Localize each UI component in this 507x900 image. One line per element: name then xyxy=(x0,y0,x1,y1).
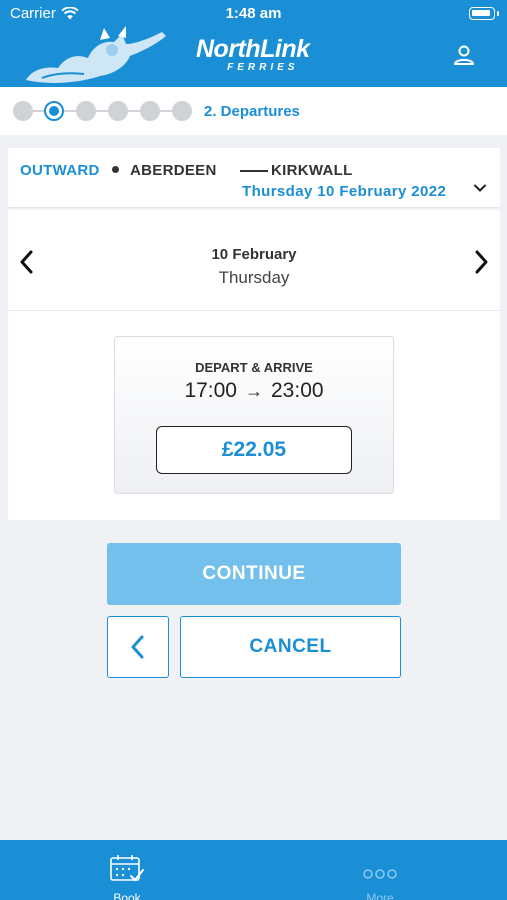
step-dot-3 xyxy=(76,101,96,121)
brand-sub: FERRIES xyxy=(227,62,299,73)
brand-name: NorthLink xyxy=(196,35,310,63)
departures-panel: 10 February Thursday DEPART & ARRIVE 17:… xyxy=(8,210,500,520)
departure-title: DEPART & ARRIVE xyxy=(195,360,313,375)
route-dash xyxy=(240,170,268,172)
tab-more-label: More xyxy=(366,891,394,900)
more-dots-icon xyxy=(363,869,397,879)
chevron-down-icon[interactable] xyxy=(472,180,488,196)
route-to: KIRKWALL xyxy=(271,162,353,179)
brand-logo: NorthLink FERRIES xyxy=(196,36,310,73)
day-weekday: Thursday xyxy=(218,268,290,287)
app-header: Carrier 1:48 am NorthLink FERRIES xyxy=(0,0,507,87)
route-direction: OUTWARD xyxy=(20,162,100,179)
progress-stepper: 2. Departures xyxy=(0,87,507,135)
step-dot-1 xyxy=(13,101,33,121)
battery-icon xyxy=(469,7,495,20)
depart-time: 17:00 xyxy=(184,379,237,402)
departure-times: 17:00 → 23:00 xyxy=(115,379,393,403)
status-time: 1:48 am xyxy=(225,5,282,22)
tab-more[interactable]: More xyxy=(330,854,430,900)
continue-button[interactable]: CONTINUE xyxy=(107,543,401,605)
back-button[interactable] xyxy=(107,616,169,678)
route-summary[interactable]: OUTWARD ABERDEEN KIRKWALL Thursday 10 Fe… xyxy=(8,148,500,208)
arrive-time: 23:00 xyxy=(271,379,324,402)
cancel-button[interactable]: CANCEL xyxy=(180,616,401,678)
status-bar: Carrier 1:48 am xyxy=(0,0,507,28)
arrow-right-icon: → xyxy=(245,380,263,401)
price-button[interactable]: £22.05 xyxy=(156,426,352,474)
tab-book-label: Book xyxy=(113,891,141,900)
tab-book[interactable]: Book xyxy=(77,854,177,900)
step-dot-4 xyxy=(108,101,128,121)
route-date: Thursday 10 February 2022 xyxy=(242,183,447,200)
chevron-left-icon xyxy=(131,635,144,659)
calendar-check-icon xyxy=(110,855,144,882)
next-day-icon[interactable] xyxy=(470,248,492,276)
step-dot-5 xyxy=(140,101,160,121)
route-bullet xyxy=(112,166,119,173)
day-date: 10 February xyxy=(211,246,297,263)
departure-card[interactable]: DEPART & ARRIVE 17:00 → 23:00 £22.05 xyxy=(114,336,394,494)
viking-logo xyxy=(26,26,166,83)
step-label: 2. Departures xyxy=(204,103,300,120)
route-from: ABERDEEN xyxy=(130,162,217,179)
step-dot-6 xyxy=(172,101,192,121)
tab-bar: Book More xyxy=(0,840,507,900)
battery-tip xyxy=(497,11,499,16)
step-dot-2-current xyxy=(44,101,64,121)
panel-divider xyxy=(8,310,500,311)
user-icon[interactable] xyxy=(452,43,476,67)
